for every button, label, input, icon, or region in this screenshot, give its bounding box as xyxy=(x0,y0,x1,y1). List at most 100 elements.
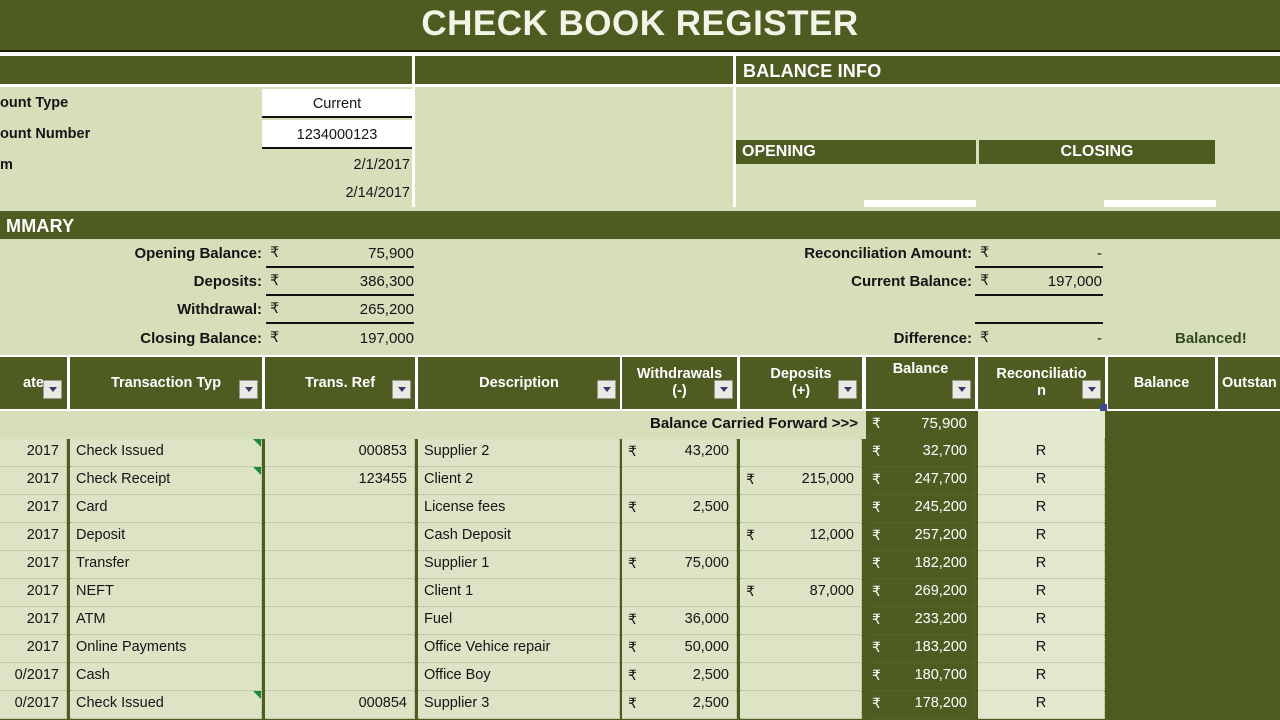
cell-ref[interactable] xyxy=(265,607,415,635)
cell-withdrawal[interactable] xyxy=(622,579,737,607)
cell-ref[interactable]: 000854 xyxy=(265,691,415,719)
selection-corner-handle[interactable] xyxy=(1100,404,1107,411)
cell-deposit[interactable]: ₹215,000 xyxy=(740,467,862,495)
cell-withdrawal[interactable]: ₹2,500 xyxy=(622,663,737,691)
cell-date[interactable]: 2017 xyxy=(0,495,67,523)
cell-ref[interactable] xyxy=(265,495,415,523)
column-header-outstanding[interactable]: Outstan xyxy=(1218,357,1280,409)
cell-withdrawal[interactable] xyxy=(622,467,737,495)
cell-reconciliation[interactable]: R xyxy=(978,691,1105,719)
cell-balance[interactable]: ₹257,200 xyxy=(866,523,975,551)
column-header-balance-2[interactable]: Balance xyxy=(1108,357,1215,409)
cell-ref[interactable] xyxy=(265,635,415,663)
cell-type[interactable]: Check Issued xyxy=(70,439,262,467)
cell-type[interactable]: Check Issued xyxy=(70,691,262,719)
cell-reconciliation[interactable]: R xyxy=(978,495,1105,523)
cell-deposit[interactable] xyxy=(740,691,862,719)
cell-withdrawal[interactable]: ₹36,000 xyxy=(622,607,737,635)
cell-balance[interactable]: ₹182,200 xyxy=(866,551,975,579)
cell-ref[interactable] xyxy=(265,551,415,579)
cell-description[interactable]: Office Vehice repair xyxy=(418,635,620,663)
cell-date[interactable]: 2017 xyxy=(0,635,67,663)
cell-reconciliation[interactable]: R xyxy=(978,439,1105,467)
cell-balance[interactable]: ₹245,200 xyxy=(866,495,975,523)
cell-withdrawal[interactable]: ₹2,500 xyxy=(622,495,737,523)
cell-balance[interactable]: ₹183,200 xyxy=(866,635,975,663)
cell-date[interactable]: 2017 xyxy=(0,607,67,635)
cell-type[interactable]: Card xyxy=(70,495,262,523)
cell-date[interactable]: 0/2017 xyxy=(0,663,67,691)
cell-description[interactable]: Fuel xyxy=(418,607,620,635)
filter-button-trans-ref[interactable] xyxy=(392,380,411,399)
cell-date[interactable]: 2017 xyxy=(0,551,67,579)
cell-deposit[interactable] xyxy=(740,663,862,691)
cell-date[interactable]: 2017 xyxy=(0,467,67,495)
cell-reconciliation[interactable]: R xyxy=(978,523,1105,551)
cell-deposit[interactable] xyxy=(740,607,862,635)
cell-balance[interactable]: ₹32,700 xyxy=(866,439,975,467)
cell-reconciliation[interactable]: R xyxy=(978,467,1105,495)
cell-description[interactable]: Client 2 xyxy=(418,467,620,495)
cell-balance[interactable]: ₹269,200 xyxy=(866,579,975,607)
table-row[interactable]: 2017 NEFT Client 1 ₹87,000 ₹269,200 R xyxy=(0,579,1280,607)
cell-reconciliation[interactable]: R xyxy=(978,579,1105,607)
cell-date[interactable]: 2017 xyxy=(0,439,67,467)
cell-description[interactable]: Client 1 xyxy=(418,579,620,607)
filter-button-reconciliation[interactable] xyxy=(1082,380,1101,399)
cell-type[interactable]: ATM xyxy=(70,607,262,635)
cell-reconciliation[interactable]: R xyxy=(978,635,1105,663)
cell-deposit[interactable] xyxy=(740,635,862,663)
cell-ref[interactable] xyxy=(265,523,415,551)
cell-balance[interactable]: ₹233,200 xyxy=(866,607,975,635)
cell-deposit[interactable]: ₹12,000 xyxy=(740,523,862,551)
cell-description[interactable]: Supplier 3 xyxy=(418,691,620,719)
cell-deposit[interactable]: ₹87,000 xyxy=(740,579,862,607)
cell-date[interactable]: 2017 xyxy=(0,579,67,607)
table-row[interactable]: 2017 Check Issued 000853 Supplier 2 ₹43,200 ₹… xyxy=(0,439,1280,467)
cell-description[interactable]: Supplier 1 xyxy=(418,551,620,579)
to-date-value[interactable]: 2/14/2017 xyxy=(262,183,410,204)
cell-balance[interactable]: ₹247,700 xyxy=(866,467,975,495)
account-type-value[interactable]: Current xyxy=(262,94,412,115)
cell-withdrawal[interactable]: ₹50,000 xyxy=(622,635,737,663)
cell-balance[interactable]: ₹178,200 xyxy=(866,691,975,719)
from-date-value[interactable]: 2/1/2017 xyxy=(262,155,410,176)
table-row[interactable]: 2017 Online Payments Office Vehice repair ₹… xyxy=(0,635,1280,663)
table-row[interactable]: 2017 ATM Fuel ₹36,000 ₹233,200 R xyxy=(0,607,1280,635)
cell-description[interactable]: License fees xyxy=(418,495,620,523)
filter-button-deposits[interactable] xyxy=(838,380,857,399)
cell-withdrawal[interactable]: ₹2,500 xyxy=(622,691,737,719)
table-row[interactable]: 0/2017 Check Issued 000854 Supplier 3 ₹2,500… xyxy=(0,691,1280,719)
cell-reconciliation[interactable]: R xyxy=(978,663,1105,691)
cell-deposit[interactable] xyxy=(740,439,862,467)
cell-type[interactable]: Online Payments xyxy=(70,635,262,663)
cell-ref[interactable] xyxy=(265,579,415,607)
table-row[interactable]: 2017 Card License fees ₹2,500 ₹245,200 R xyxy=(0,495,1280,523)
cell-deposit[interactable] xyxy=(740,551,862,579)
filter-button-balance[interactable] xyxy=(952,380,971,399)
cell-withdrawal[interactable] xyxy=(622,523,737,551)
filter-button-date[interactable] xyxy=(43,380,62,399)
cell-type[interactable]: Transfer xyxy=(70,551,262,579)
cell-ref[interactable] xyxy=(265,663,415,691)
cell-date[interactable]: 2017 xyxy=(0,523,67,551)
cell-reconciliation[interactable]: R xyxy=(978,551,1105,579)
column-header-description[interactable]: Description xyxy=(418,357,620,409)
filter-button-description[interactable] xyxy=(597,380,616,399)
cell-ref[interactable]: 123455 xyxy=(265,467,415,495)
cell-type[interactable]: Deposit xyxy=(70,523,262,551)
cell-ref[interactable]: 000853 xyxy=(265,439,415,467)
cell-deposit[interactable] xyxy=(740,495,862,523)
cell-withdrawal[interactable]: ₹43,200 xyxy=(622,439,737,467)
table-row[interactable]: 0/2017 Cash Office Boy ₹2,500 ₹180,700 R xyxy=(0,663,1280,691)
cell-type[interactable]: Cash xyxy=(70,663,262,691)
account-number-value[interactable]: 1234000123 xyxy=(262,125,412,146)
cell-withdrawal[interactable]: ₹75,000 xyxy=(622,551,737,579)
cell-reconciliation[interactable]: R xyxy=(978,607,1105,635)
cell-date[interactable]: 0/2017 xyxy=(0,691,67,719)
table-row[interactable]: 2017 Transfer Supplier 1 ₹75,000 ₹182,200 R xyxy=(0,551,1280,579)
table-row[interactable]: 2017 Deposit Cash Deposit ₹12,000 ₹257,200 R xyxy=(0,523,1280,551)
filter-button-withdrawals[interactable] xyxy=(714,380,733,399)
cell-description[interactable]: Cash Deposit xyxy=(418,523,620,551)
table-row[interactable]: 2017 Check Receipt 123455 Client 2 ₹215,000 ₹… xyxy=(0,467,1280,495)
